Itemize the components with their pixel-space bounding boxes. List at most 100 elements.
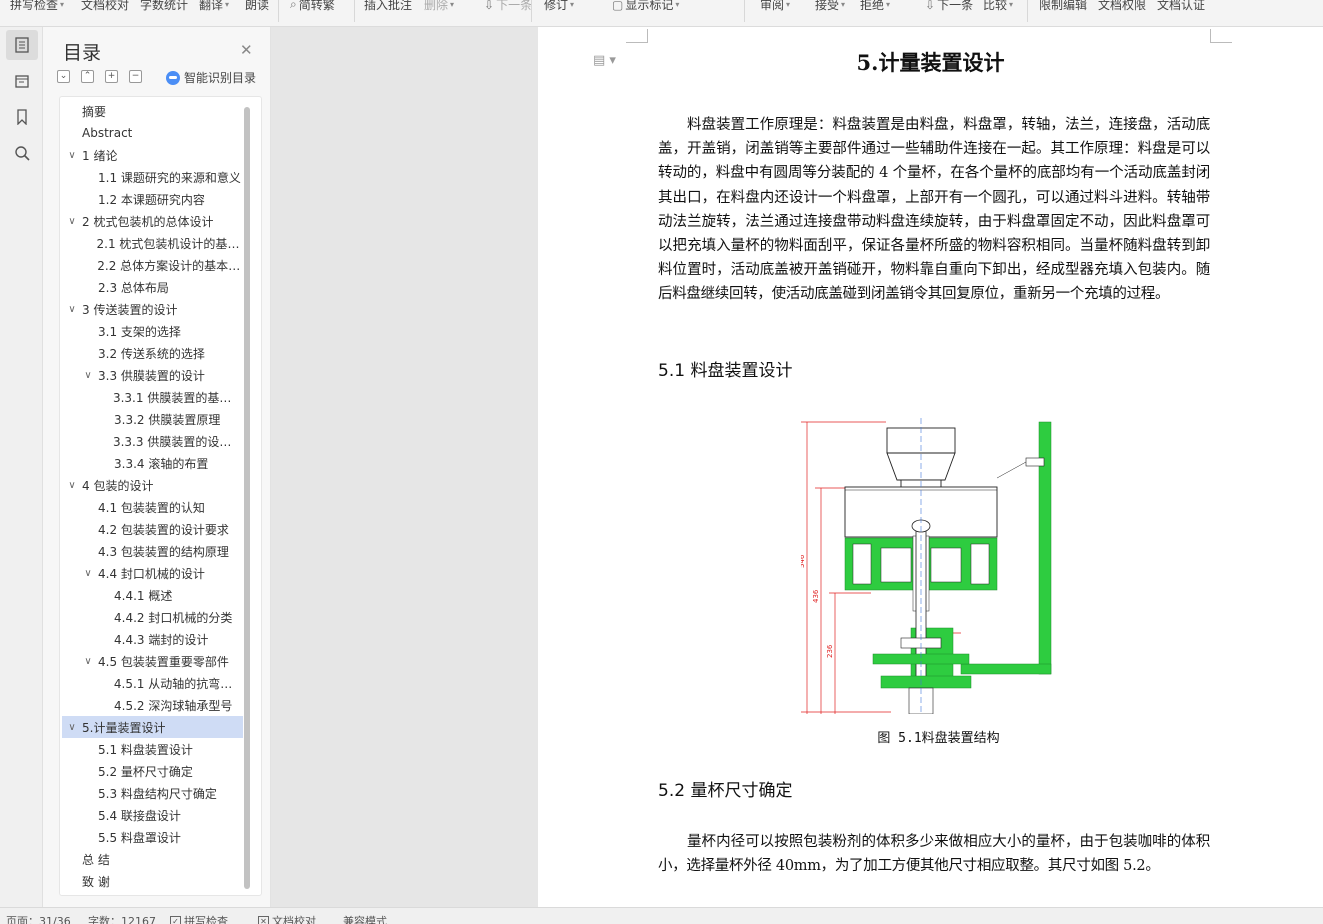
toc-item[interactable]: ∨ 3 传送装置的设计 bbox=[62, 298, 243, 320]
toc-item-label: 4.2 包装装置的设计要求 bbox=[98, 522, 229, 537]
toc-item[interactable]: 1.1 课题研究的来源和意义 bbox=[62, 166, 243, 188]
toolbar-item-12[interactable]: 接受 ▾ bbox=[815, 0, 845, 13]
toc-item[interactable]: 5.4 联接盘设计 bbox=[62, 804, 243, 826]
toolbar-separator bbox=[744, 0, 745, 22]
toc-item[interactable]: ∨ 4.5 包装装置重要零部件 bbox=[62, 650, 243, 672]
page-corner-mark bbox=[626, 29, 648, 43]
toc-item[interactable]: 致 谢 bbox=[62, 870, 243, 892]
toolbar-item-0[interactable]: 拼写检查 ▾ bbox=[10, 0, 64, 13]
toolbar-item-8[interactable]: ⇩ 下一条 bbox=[484, 0, 532, 13]
toc-item[interactable]: 4.4.1 概述 bbox=[62, 584, 243, 606]
toolbar-item-14[interactable]: ⇩ 下一条 bbox=[925, 0, 973, 13]
toolbar-item-11[interactable]: 审阅 ▾ bbox=[760, 0, 790, 13]
chapter-nav-icon[interactable] bbox=[6, 66, 38, 96]
toolbar-item-10[interactable]: ▢ 显示标记 ▾ bbox=[612, 0, 679, 13]
chevron-down-icon[interactable]: ∨ bbox=[66, 216, 78, 227]
toc-item[interactable]: 2.1 枕式包装机设计的基本要求 bbox=[62, 232, 243, 254]
remove-level-icon[interactable]: − bbox=[129, 70, 142, 83]
chevron-down-icon[interactable]: ∨ bbox=[66, 722, 78, 733]
toc-item-label: 3.3.3 供膜装置的设计计算 bbox=[112, 434, 243, 449]
toolbar-item-label: 文档校对 bbox=[81, 0, 130, 12]
toc-item-label: 5.4 联接盘设计 bbox=[98, 808, 181, 823]
toc-item[interactable]: 总 结 bbox=[62, 848, 243, 870]
figure-drawing: 546 436 236 bbox=[801, 418, 1052, 714]
toc-item[interactable]: 2.2 总体方案设计的基本原则 bbox=[62, 254, 243, 276]
toc-item[interactable]: ∨ 4.4 封口机械的设计 bbox=[62, 562, 243, 584]
toc-item-label: 5.5 料盘罩设计 bbox=[98, 830, 181, 845]
toolbar-item-9[interactable]: 修订 ▾ bbox=[544, 0, 574, 13]
bookmark-icon[interactable] bbox=[6, 102, 38, 132]
close-icon[interactable]: ✕ bbox=[240, 41, 253, 59]
dimension-236: 236 bbox=[826, 644, 834, 658]
toc-item[interactable]: 3.2 传送系统的选择 bbox=[62, 342, 243, 364]
toc-item[interactable]: 5.3 料盘结构尺寸确定 bbox=[62, 782, 243, 804]
toc-item[interactable]: 4.1 包装装置的认知 bbox=[62, 496, 243, 518]
toolbar-item-16[interactable]: 限制编辑 bbox=[1039, 0, 1087, 13]
toc-item[interactable]: 3.1 支架的选择 bbox=[62, 320, 243, 342]
section-heading: 5.2 量杯尺寸确定 bbox=[658, 781, 793, 801]
toolbar-item-13[interactable]: 拒绝 ▾ bbox=[860, 0, 890, 13]
toolbar-item-3[interactable]: 翻译 ▾ bbox=[199, 0, 229, 13]
chevron-down-icon[interactable]: ∨ bbox=[66, 304, 78, 315]
toc-item[interactable]: 4.5.1 从动轴的抗弯强度 bbox=[62, 672, 243, 694]
chevron-down-icon[interactable]: ∨ bbox=[82, 568, 94, 579]
add-level-icon[interactable]: + bbox=[105, 70, 118, 83]
toolbar-item-label: 文档权限 bbox=[1098, 0, 1147, 12]
toc-item[interactable]: 4.4.3 端封的设计 bbox=[62, 628, 243, 650]
search-icon[interactable] bbox=[6, 138, 38, 168]
left-rail bbox=[0, 27, 43, 907]
toolbar-item-4[interactable]: 朗读 bbox=[245, 0, 269, 13]
toolbar-item-5[interactable]: ⌕ 简转繁 bbox=[290, 0, 335, 13]
toolbar-item-15[interactable]: 比较 ▾ bbox=[983, 0, 1013, 13]
word-count[interactable]: 字数：12167 bbox=[88, 913, 156, 924]
toc-item[interactable]: 3.3.3 供膜装置的设计计算 bbox=[62, 430, 243, 452]
toc-item[interactable]: 3.3.1 供膜装置的基本要求 bbox=[62, 386, 243, 408]
toc-panel-icon[interactable] bbox=[6, 30, 38, 60]
toc-item[interactable]: 4.2 包装装置的设计要求 bbox=[62, 518, 243, 540]
toc-item[interactable]: 3.3.2 供膜装置原理 bbox=[62, 408, 243, 430]
toc-item[interactable]: 4.4.2 封口机械的分类 bbox=[62, 606, 243, 628]
toc-item-label: 3 传送装置的设计 bbox=[82, 302, 178, 317]
toolbar-item-label: 翻译 bbox=[199, 0, 224, 12]
toc-item[interactable]: 摘要 bbox=[62, 100, 243, 122]
toolbar-item-1[interactable]: 文档校对 bbox=[81, 0, 129, 13]
toolbar-item-6[interactable]: 插入批注 bbox=[364, 0, 412, 13]
toolbar-item-label: 下一条 bbox=[937, 0, 974, 12]
toolbar-item-2[interactable]: 字数统计 bbox=[140, 0, 188, 13]
collapse-all-icon[interactable]: ⌄ bbox=[57, 70, 70, 83]
toolbar-item-label: 拼写检查 bbox=[10, 0, 59, 12]
spell-check-toggle[interactable]: ✓ 拼写检查 bbox=[170, 913, 228, 924]
chevron-down-icon[interactable]: ∨ bbox=[66, 150, 78, 161]
toc-item[interactable]: 2.3 总体布局 bbox=[62, 276, 243, 298]
review-toolbar: 拼写检查 ▾ 文档校对 字数统计 翻译 ▾ 朗读 ⌕ 简转繁 插入批注 删除 ▾ ⇩ 下一条 修订 ▾ ▢ 显示标… bbox=[0, 0, 1323, 27]
smart-toc-button[interactable]: 智能识别目录 bbox=[166, 69, 256, 86]
figure-caption: 图 5.1料盘装置结构 bbox=[877, 731, 1000, 746]
checkbox-icon: ✓ bbox=[170, 915, 181, 924]
toc-item[interactable]: Abstract bbox=[62, 122, 243, 144]
toc-item[interactable]: 5.5 料盘罩设计 bbox=[62, 826, 243, 848]
proofread-toggle[interactable]: ✕ 文档校对 bbox=[258, 913, 316, 924]
toc-item[interactable]: 4.3 包装装置的结构原理 bbox=[62, 540, 243, 562]
toc-item[interactable]: 5.1 料盘装置设计 bbox=[62, 738, 243, 760]
toc-item[interactable]: ∨ 2 枕式包装机的总体设计 bbox=[62, 210, 243, 232]
toc-item[interactable]: 5.2 量杯尺寸确定 bbox=[62, 760, 243, 782]
toolbar-item-18[interactable]: 文档认证 bbox=[1157, 0, 1205, 13]
toc-item[interactable]: ∨ 3.3 供膜装置的设计 bbox=[62, 364, 243, 386]
toc-item[interactable]: 4.5.2 深沟球轴承型号 bbox=[62, 694, 243, 716]
toc-item[interactable]: 1.2 本课题研究内容 bbox=[62, 188, 243, 210]
chevron-down-icon: ▾ bbox=[570, 0, 575, 9]
chevron-down-icon[interactable]: ∨ bbox=[82, 656, 94, 667]
proofread-label: 文档校对 bbox=[272, 915, 316, 924]
chevron-down-icon[interactable]: ∨ bbox=[82, 370, 94, 381]
toc-item[interactable]: ∨ 1 绪论 bbox=[62, 144, 243, 166]
toolbar-item-17[interactable]: 文档权限 bbox=[1098, 0, 1146, 13]
toolbar-item-7[interactable]: 删除 ▾ bbox=[424, 0, 454, 13]
chevron-down-icon[interactable]: ∨ bbox=[66, 480, 78, 491]
page-indicator[interactable]: 页面：31/36 bbox=[6, 913, 71, 924]
toc-scrollbar[interactable] bbox=[244, 107, 250, 889]
toc-item[interactable]: 3.3.4 滚轴的布置 bbox=[62, 452, 243, 474]
toc-item-label: 4.4.1 概述 bbox=[114, 588, 173, 603]
toc-item[interactable]: ∨ 4 包装的设计 bbox=[62, 474, 243, 496]
toc-item[interactable]: ∨ 5.计量装置设计 bbox=[62, 716, 243, 738]
expand-up-icon[interactable]: ⌃ bbox=[81, 70, 94, 83]
